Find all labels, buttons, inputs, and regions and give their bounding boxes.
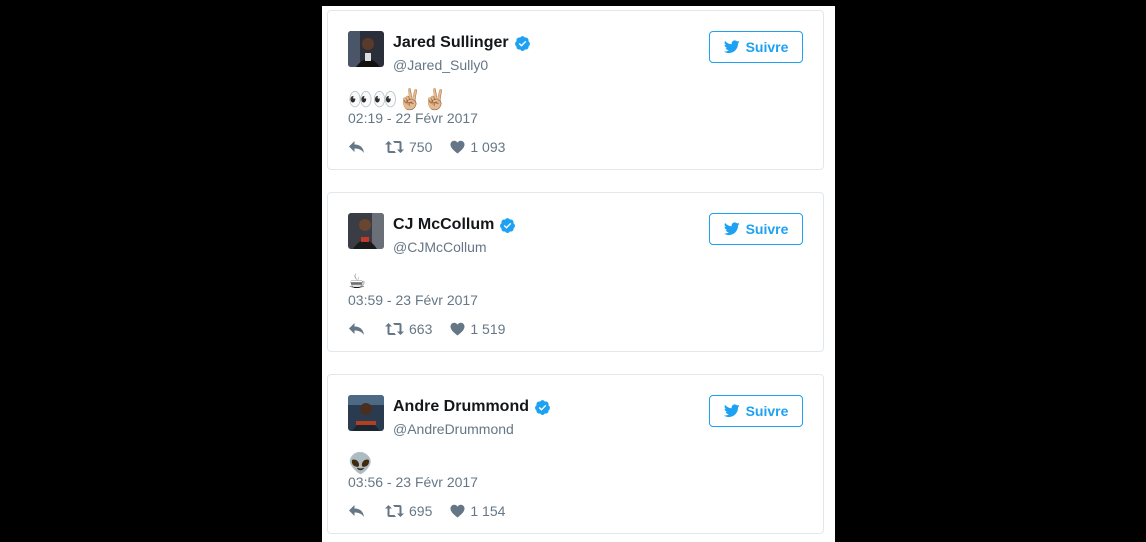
retweet-button[interactable]: 663 bbox=[385, 321, 432, 337]
heart-icon bbox=[450, 504, 465, 518]
avatar[interactable] bbox=[348, 213, 384, 249]
author-name-row: Jared Sullinger bbox=[393, 33, 531, 53]
retweet-count: 750 bbox=[409, 139, 433, 155]
author-handle[interactable]: @CJMcCollum bbox=[393, 238, 487, 256]
retweet-icon bbox=[385, 141, 404, 153]
like-count: 1 093 bbox=[470, 139, 506, 155]
tweet-card: Andre Drummond @AndreDrummond Suivre 👽 0… bbox=[327, 374, 824, 534]
author-name[interactable]: CJ McCollum bbox=[393, 215, 494, 235]
heart-icon bbox=[450, 322, 465, 336]
like-button[interactable]: 1 519 bbox=[450, 321, 505, 337]
verified-badge-icon bbox=[534, 399, 551, 416]
follow-button[interactable]: Suivre bbox=[709, 395, 803, 427]
author-name-row: CJ McCollum bbox=[393, 215, 516, 235]
reply-icon bbox=[349, 505, 364, 517]
tweet-timestamp[interactable]: 03:59 - 23 Févr 2017 bbox=[348, 291, 478, 309]
tweet-card: CJ McCollum @CJMcCollum Suivre ☕ 03:59 -… bbox=[327, 192, 824, 352]
tweet-card: Jared Sullinger @Jared_Sully0 Suivre 👀👀✌… bbox=[327, 10, 824, 170]
follow-label: Suivre bbox=[745, 39, 789, 55]
reply-icon bbox=[349, 323, 364, 335]
follow-button[interactable]: Suivre bbox=[709, 31, 803, 63]
tweet-actions: 663 1 519 bbox=[348, 320, 505, 338]
author-handle[interactable]: @Jared_Sully0 bbox=[393, 56, 488, 74]
avatar[interactable] bbox=[348, 31, 384, 67]
retweet-icon bbox=[385, 505, 404, 517]
avatar[interactable] bbox=[348, 395, 384, 431]
tweets-panel: Jared Sullinger @Jared_Sully0 Suivre 👀👀✌… bbox=[322, 6, 835, 542]
reply-button[interactable] bbox=[348, 504, 365, 518]
follow-label: Suivre bbox=[745, 403, 789, 419]
follow-button[interactable]: Suivre bbox=[709, 213, 803, 245]
author-name-row: Andre Drummond bbox=[393, 397, 551, 417]
tweet-timestamp[interactable]: 02:19 - 22 Févr 2017 bbox=[348, 109, 478, 127]
twitter-bird-icon bbox=[723, 40, 740, 54]
tweet-actions: 750 1 093 bbox=[348, 138, 505, 156]
retweet-count: 695 bbox=[409, 503, 433, 519]
twitter-bird-icon bbox=[723, 222, 740, 236]
retweet-count: 663 bbox=[409, 321, 433, 337]
author-handle[interactable]: @AndreDrummond bbox=[393, 420, 514, 438]
author-name[interactable]: Andre Drummond bbox=[393, 397, 529, 417]
reply-button[interactable] bbox=[348, 140, 365, 154]
reply-button[interactable] bbox=[348, 322, 365, 336]
tweet-actions: 695 1 154 bbox=[348, 502, 505, 520]
like-count: 1 154 bbox=[470, 503, 506, 519]
heart-icon bbox=[450, 140, 465, 154]
retweet-button[interactable]: 750 bbox=[385, 139, 432, 155]
like-button[interactable]: 1 093 bbox=[450, 139, 505, 155]
follow-label: Suivre bbox=[745, 221, 789, 237]
author-name[interactable]: Jared Sullinger bbox=[393, 33, 509, 53]
like-count: 1 519 bbox=[470, 321, 506, 337]
tweet-timestamp[interactable]: 03:56 - 23 Févr 2017 bbox=[348, 473, 478, 491]
like-button[interactable]: 1 154 bbox=[450, 503, 505, 519]
verified-badge-icon bbox=[499, 217, 516, 234]
reply-icon bbox=[349, 141, 364, 153]
retweet-button[interactable]: 695 bbox=[385, 503, 432, 519]
retweet-icon bbox=[385, 323, 404, 335]
twitter-bird-icon bbox=[723, 404, 740, 418]
verified-badge-icon bbox=[514, 35, 531, 52]
